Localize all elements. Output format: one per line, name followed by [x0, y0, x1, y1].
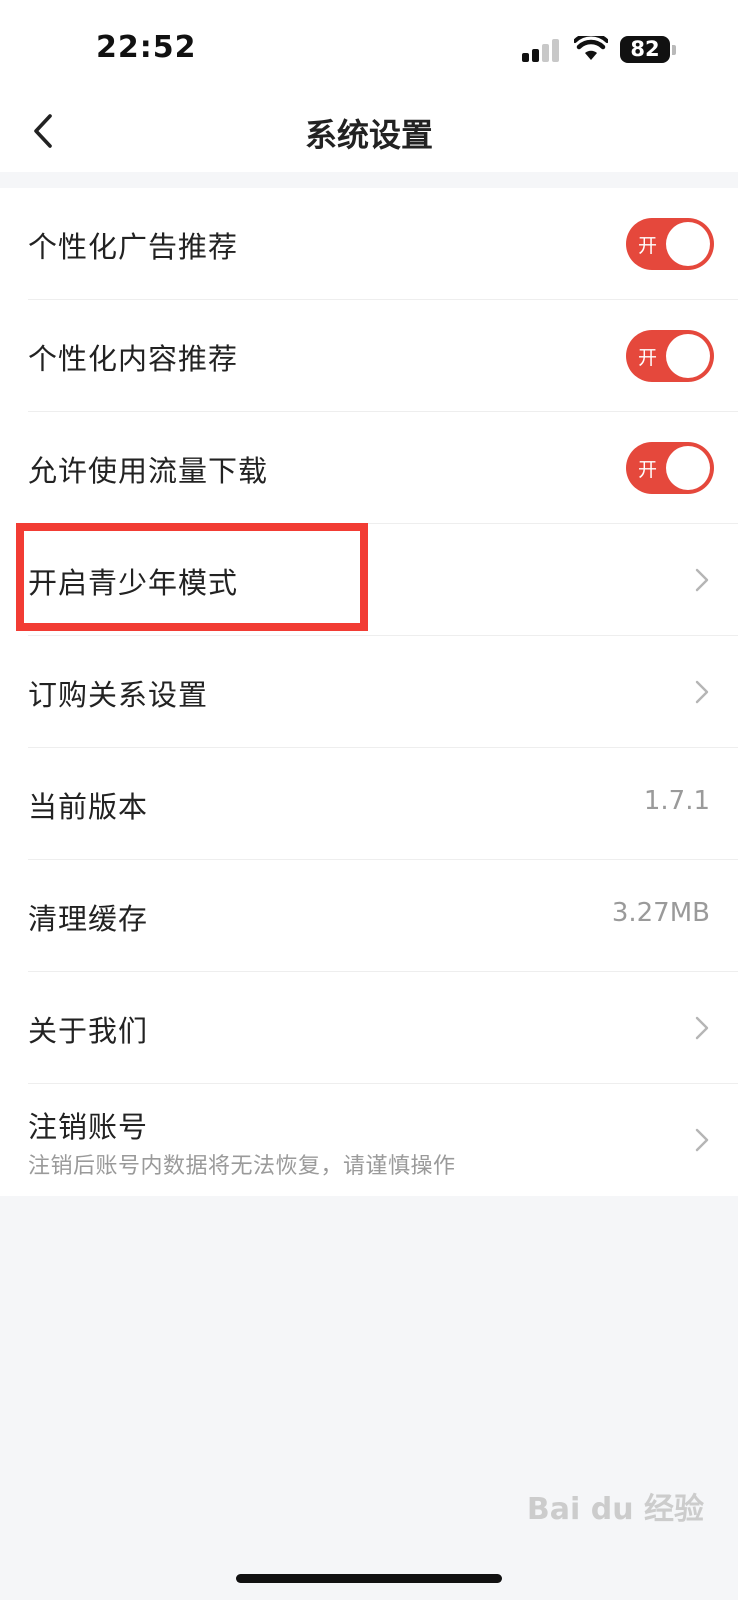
- row-label: 注销账号: [28, 1110, 149, 1144]
- toggle-knob: [666, 222, 710, 266]
- row-sublabel: 注销后账号内数据将无法恢复，请谨慎操作: [28, 1154, 456, 1179]
- row-label: 个性化内容推荐: [28, 342, 239, 376]
- chevron-right-icon: [695, 1016, 709, 1040]
- battery-tip: [672, 45, 676, 55]
- row-delete-account[interactable]: 注销账号 注销后账号内数据将无法恢复，请谨慎操作: [28, 1084, 738, 1196]
- chevron-right-icon: [695, 680, 709, 704]
- toggle-knob: [666, 334, 710, 378]
- row-cellular-download: 允许使用流量下载 开: [28, 412, 738, 524]
- row-label: 订购关系设置: [28, 678, 209, 712]
- settings-list: 个性化广告推荐 开 个性化内容推荐 开 允许使用流量下载 开 开启青少年模式 订…: [0, 188, 738, 1196]
- home-indicator: [236, 1574, 502, 1583]
- row-label: 个性化广告推荐: [28, 230, 239, 264]
- nav-bar: 系统设置: [0, 90, 738, 172]
- toggle-text: 开: [638, 235, 658, 257]
- cellular-download-toggle[interactable]: 开: [626, 442, 714, 494]
- toggle-text: 开: [638, 347, 658, 369]
- battery-icon: 82: [620, 36, 670, 63]
- row-label: 关于我们: [28, 1014, 149, 1048]
- row-personalized-content: 个性化内容推荐 开: [28, 300, 738, 412]
- personalized-ads-toggle[interactable]: 开: [626, 218, 714, 270]
- cache-size-value: 3.27MB: [611, 898, 710, 928]
- highlight-box: [16, 523, 368, 631]
- row-label: 当前版本: [28, 790, 149, 824]
- status-bar: 22:52 82: [0, 0, 738, 90]
- row-about[interactable]: 关于我们: [28, 972, 738, 1084]
- page-title: 系统设置: [304, 116, 433, 154]
- row-personalized-ads: 个性化广告推荐 开: [28, 188, 738, 300]
- row-label: 允许使用流量下载: [28, 454, 269, 488]
- personalized-content-toggle[interactable]: 开: [626, 330, 714, 382]
- row-subscription[interactable]: 订购关系设置: [28, 636, 738, 748]
- row-clear-cache[interactable]: 清理缓存 3.27MB: [28, 860, 738, 972]
- toggle-knob: [666, 446, 710, 490]
- wifi-icon: [574, 36, 608, 60]
- chevron-right-icon: [695, 568, 709, 592]
- settings-screen: 22:52 82 系统设置 个性化广告推荐 开 个性化内容推荐 开 允许使用流量…: [0, 0, 738, 1600]
- signal-icon: [522, 38, 562, 62]
- row-version: 当前版本 1.7.1: [28, 748, 738, 860]
- status-time: 22:52: [96, 30, 197, 65]
- watermark: Bai du 经验: [526, 1492, 704, 1527]
- version-value: 1.7.1: [643, 786, 710, 816]
- row-label: 清理缓存: [28, 902, 149, 936]
- toggle-text: 开: [638, 459, 658, 481]
- chevron-right-icon: [695, 1128, 709, 1152]
